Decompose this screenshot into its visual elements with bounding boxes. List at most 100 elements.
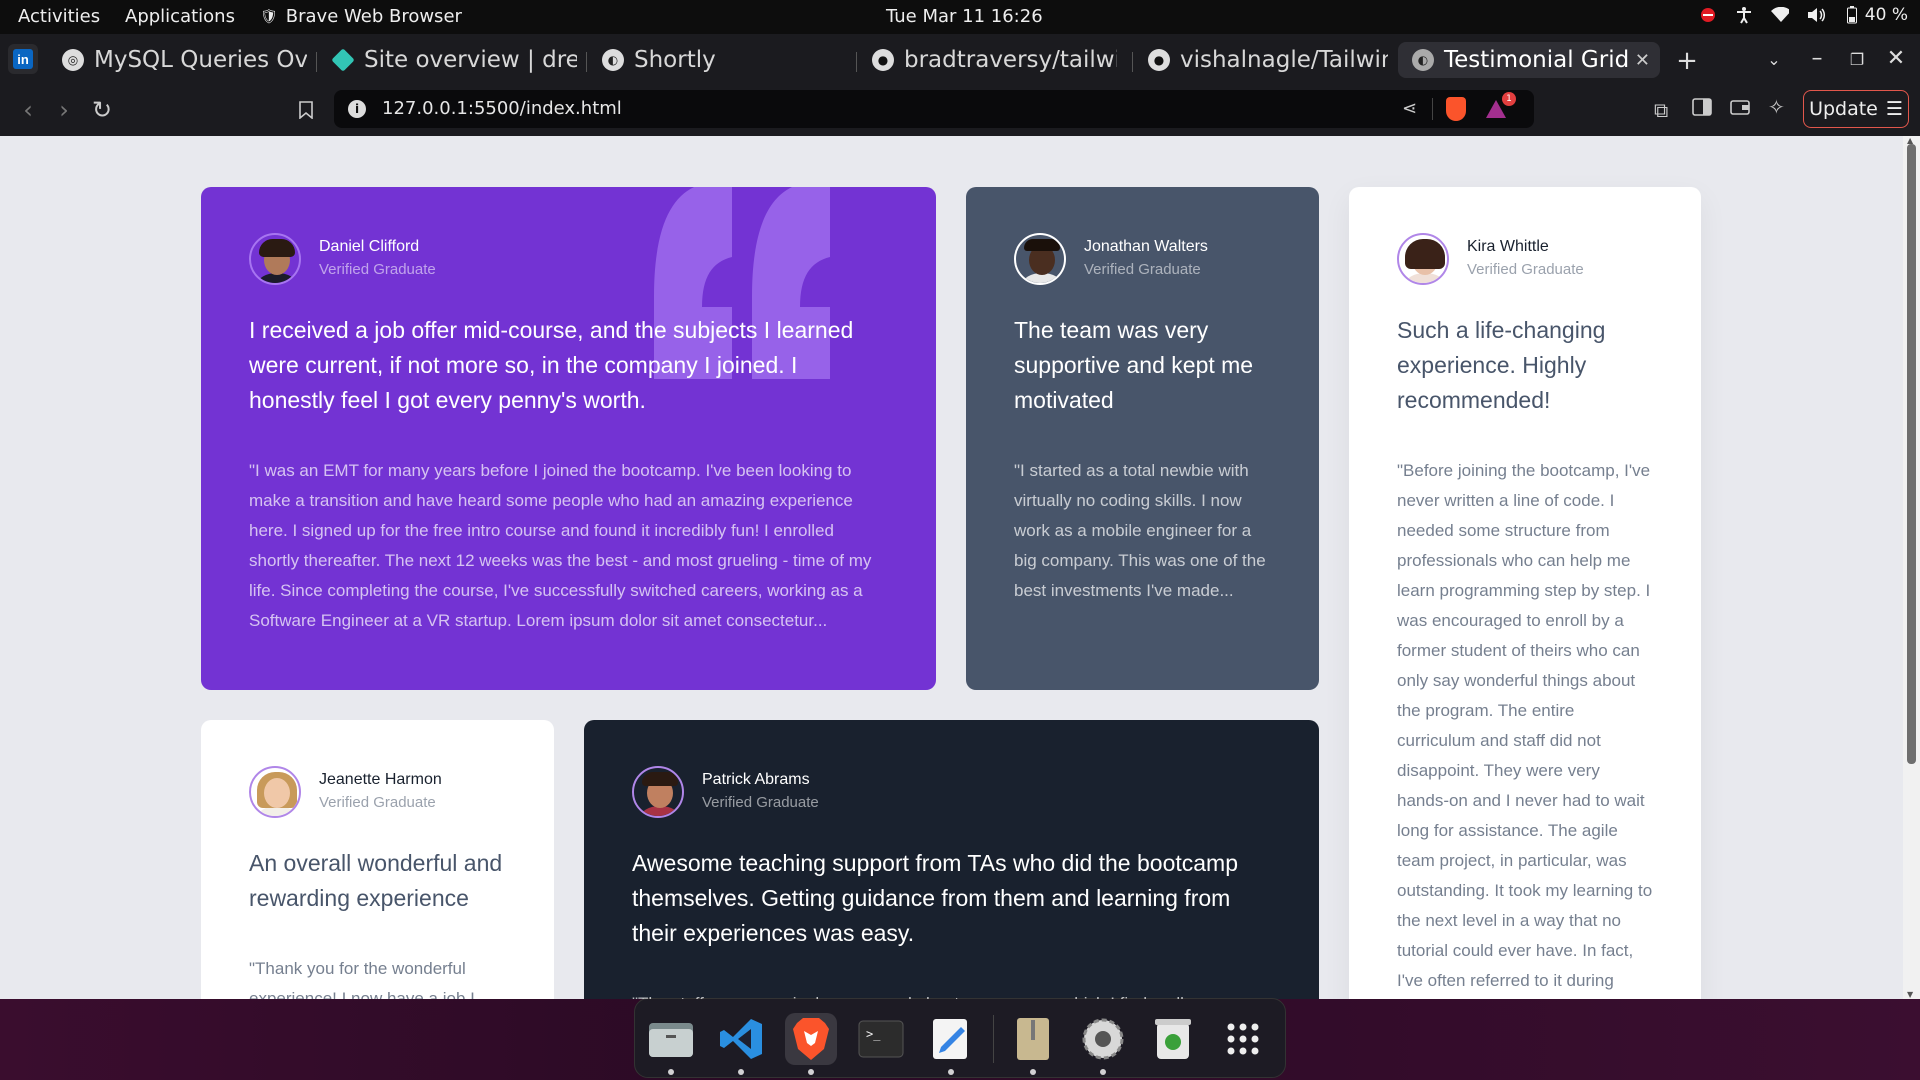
- tab-shortly[interactable]: ◐ Shortly: [592, 42, 842, 78]
- app-grid-icon[interactable]: [1217, 1013, 1269, 1065]
- clock[interactable]: Tue Mar 11 16:26: [886, 6, 1043, 27]
- forward-button[interactable]: ›: [50, 96, 78, 124]
- author-header: Jonathan Walters Verified Graduate: [1014, 233, 1271, 285]
- address-bar[interactable]: i 127.0.0.1:5500/index.html ⋖ 1: [334, 90, 1534, 128]
- testimonial-card-jonathan: Jonathan Walters Verified Graduate The t…: [966, 187, 1319, 690]
- text-editor-icon[interactable]: [925, 1013, 977, 1065]
- tab-label: Testimonial Grid: [1444, 47, 1630, 73]
- brave-shields-icon[interactable]: [1446, 97, 1466, 121]
- close-tab-icon[interactable]: ✕: [1635, 50, 1650, 71]
- testimonial-quote: Awesome teaching support from TAs who di…: [632, 850, 1238, 946]
- wifi-icon: [1770, 6, 1789, 24]
- avatar: [632, 766, 684, 818]
- rewards-badge: 1: [1502, 92, 1516, 106]
- active-app-name: Brave Web Browser: [285, 6, 462, 27]
- archive-icon[interactable]: [1007, 1013, 1059, 1065]
- testimonial-quote: An overall wonderful and rewarding exper…: [249, 850, 503, 911]
- testimonial-card-patrick: Patrick Abrams Verified Graduate Awesome…: [584, 720, 1319, 999]
- author-status: Verified Graduate: [1467, 261, 1584, 278]
- testimonial-card-jeanette: Jeanette Harmon Verified Graduate An ove…: [201, 720, 554, 999]
- brave-lion-icon: 🛡: [260, 8, 278, 25]
- author-status: Verified Graduate: [1084, 261, 1201, 278]
- activities-button[interactable]: Activities: [18, 6, 100, 27]
- author-status: Verified Graduate: [319, 261, 436, 278]
- testimonial-text: "Before joining the bootcamp, I've never…: [1397, 461, 1653, 990]
- author-header: Jeanette Harmon Verified Graduate: [249, 766, 506, 818]
- battery-level: 40 %: [1864, 5, 1908, 25]
- trash-icon[interactable]: [1147, 1013, 1199, 1065]
- maximize-button[interactable]: ❐: [1845, 50, 1869, 69]
- do-not-disturb-icon: [1699, 6, 1717, 24]
- author-header: Daniel Clifford Verified Graduate: [249, 233, 888, 285]
- tab-mysql[interactable]: ◎ MySQL Queries Ov: [52, 42, 307, 78]
- terminal-icon[interactable]: >_: [855, 1013, 907, 1065]
- avatar: [1014, 233, 1066, 285]
- author-name: Kira Whittle: [1467, 238, 1549, 255]
- testimonial-quote: I received a job offer mid-course, and t…: [249, 317, 854, 413]
- scrollbar-thumb[interactable]: [1907, 144, 1916, 764]
- minimize-button[interactable]: –: [1805, 46, 1829, 71]
- vscode-icon[interactable]: [715, 1013, 767, 1065]
- github-icon: ●: [1148, 49, 1170, 71]
- leo-ai-icon[interactable]: ✧: [1768, 95, 1785, 119]
- author-name: Jonathan Walters: [1084, 238, 1208, 255]
- mysql-icon: ◎: [62, 49, 84, 71]
- system-tray[interactable]: 40 %: [1699, 5, 1908, 25]
- scroll-down-icon[interactable]: ▼: [1907, 990, 1913, 999]
- linkedin-icon: in: [13, 49, 33, 69]
- brave-icon[interactable]: [785, 1013, 837, 1065]
- active-app-menu[interactable]: 🛡 Brave Web Browser: [260, 6, 462, 27]
- pinned-tab-linkedin[interactable]: in: [8, 44, 38, 74]
- accessibility-icon[interactable]: [1735, 6, 1753, 24]
- avatar: [1397, 233, 1449, 285]
- tab-label: MySQL Queries Ov: [94, 47, 307, 73]
- globe-icon: ◐: [1412, 49, 1434, 71]
- page-viewport: Daniel Clifford Verified Graduate I rece…: [0, 136, 1903, 999]
- back-button[interactable]: ‹: [14, 96, 42, 124]
- sidebar-toggle-icon[interactable]: [1692, 98, 1712, 120]
- close-window-button[interactable]: ✕: [1884, 46, 1908, 71]
- files-icon[interactable]: [645, 1013, 697, 1065]
- page-scrollbar[interactable]: ▲ ▼: [1903, 136, 1920, 999]
- testimonial-quote: The team was very supportive and kept me…: [1014, 317, 1254, 413]
- reload-button[interactable]: ↻: [88, 96, 116, 124]
- testimonial-quote: Such a life-changing experience. Highly …: [1397, 317, 1606, 413]
- testimonial-card-daniel: Daniel Clifford Verified Graduate I rece…: [201, 187, 936, 690]
- tab-testimonial-grid[interactable]: ◐ Testimonial Grid ✕: [1398, 42, 1660, 78]
- testimonial-card-kira: Kira Whittle Verified Graduate Such a li…: [1349, 187, 1701, 999]
- site-info-icon[interactable]: i: [348, 100, 366, 118]
- author-name: Jeanette Harmon: [319, 771, 442, 788]
- tab-label: vishalnagle/Tailwin: [1180, 47, 1388, 73]
- netlify-icon: [331, 48, 355, 72]
- settings-icon[interactable]: [1077, 1013, 1129, 1065]
- globe-icon: ◐: [602, 49, 624, 71]
- tab-site-overview[interactable]: Site overview | dre: [322, 42, 577, 78]
- applications-menu[interactable]: Applications: [125, 6, 235, 27]
- testimonial-text: "Thank you for the wonderful experience!…: [249, 959, 475, 999]
- extensions-icon[interactable]: ⧉: [1654, 98, 1668, 122]
- testimonial-text: "The staff seem genuinely concerned abou…: [632, 989, 1271, 999]
- tab-bradtraversy[interactable]: ● bradtraversy/tailwi: [862, 42, 1117, 78]
- update-label: Update: [1809, 98, 1878, 120]
- author-name: Patrick Abrams: [702, 771, 810, 788]
- tab-strip: in ◎ MySQL Queries Ov Site overview | dr…: [0, 34, 1920, 84]
- tab-label: Site overview | dre: [364, 47, 577, 73]
- bookmark-button[interactable]: [292, 96, 320, 124]
- dock: >_: [634, 998, 1286, 1078]
- system-top-bar: Activities Applications 🛡 Brave Web Brow…: [0, 0, 1920, 34]
- share-icon[interactable]: ⋖: [1402, 98, 1417, 119]
- new-tab-button[interactable]: +: [1675, 46, 1699, 76]
- author-header: Kira Whittle Verified Graduate: [1397, 233, 1653, 285]
- author-status: Verified Graduate: [319, 794, 436, 811]
- svg-text:>_: >_: [866, 1027, 881, 1041]
- avatar: [249, 766, 301, 818]
- tab-vishalnagle[interactable]: ● vishalnagle/Tailwin: [1138, 42, 1388, 78]
- battery-icon: [1843, 6, 1861, 24]
- testimonial-text: "I started as a total newbie with virtua…: [1014, 461, 1266, 600]
- tab-search-chevron-icon[interactable]: ⌄: [1762, 50, 1786, 69]
- update-button[interactable]: Update ☰: [1803, 90, 1909, 128]
- wallet-icon[interactable]: [1730, 98, 1750, 120]
- tab-label: Shortly: [634, 47, 716, 73]
- author-header: Patrick Abrams Verified Graduate: [632, 766, 1271, 818]
- tab-label: bradtraversy/tailwi: [904, 47, 1117, 73]
